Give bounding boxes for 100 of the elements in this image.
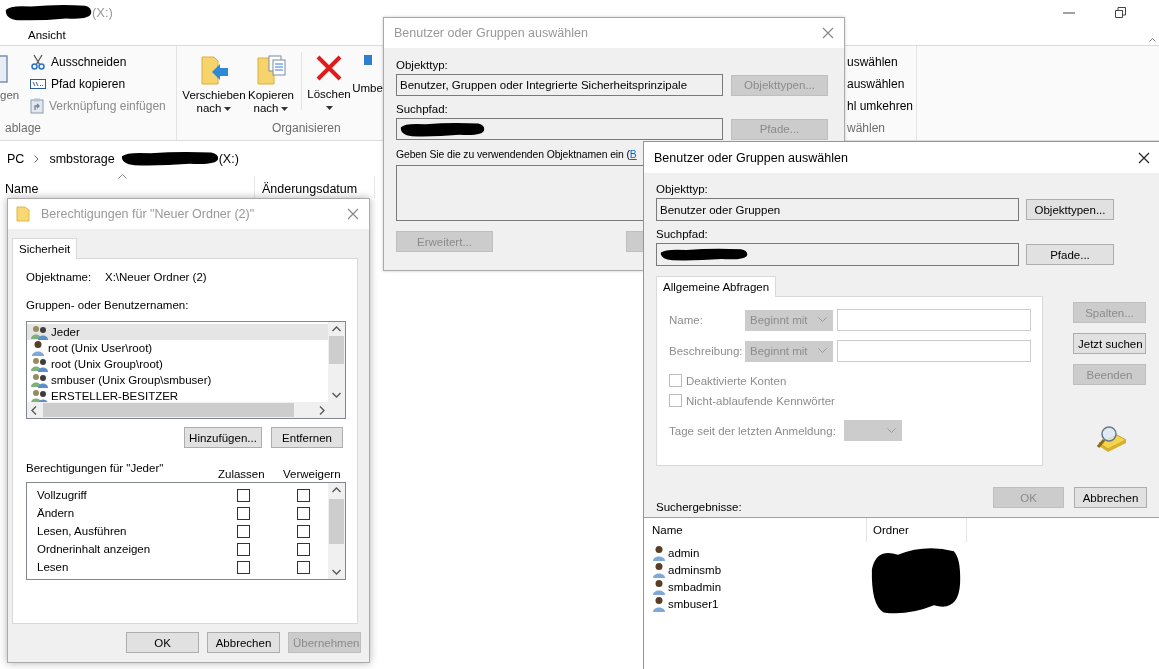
column-header[interactable]: Ordner [873, 524, 909, 536]
group-icon [31, 356, 48, 372]
checkbox-label: Deaktivierte Konten [686, 374, 787, 387]
names-input[interactable] [396, 165, 643, 221]
scroll-down-icon[interactable] [332, 392, 341, 398]
folder-copy-icon [255, 54, 287, 86]
search-now-button[interactable]: Jetzt suchen [1073, 333, 1146, 354]
scroll-down-icon[interactable] [332, 569, 341, 575]
address-segment[interactable]: (X:) [218, 151, 239, 166]
user-icon [652, 595, 666, 612]
checkbox[interactable] [237, 524, 250, 538]
ribbon-command[interactable]: hl umkehren [847, 98, 914, 114]
column-header[interactable]: Name [652, 524, 683, 536]
ribbon-command[interactable]: Pfad kopieren [30, 76, 166, 92]
ribbon-command[interactable]: Ausschneiden [30, 54, 166, 70]
column-header[interactable]: Name [5, 182, 39, 196]
user-icon [652, 561, 666, 578]
column-header: Verweigern [283, 467, 342, 480]
tab[interactable]: Sicherheit [12, 238, 78, 259]
permission-label: Ordnerinhalt anzeigen [36, 543, 152, 555]
ribbon-command[interactable]: auswählen [847, 76, 914, 92]
scroll-left-icon[interactable] [31, 405, 37, 415]
move-button[interactable]: Verschieben nach [182, 46, 246, 121]
results-label: Suchergebnisse: [656, 501, 742, 513]
restore-icon[interactable] [1115, 7, 1126, 18]
permission-label: Lesen, Ausführen [36, 525, 128, 537]
checkbox[interactable] [297, 506, 310, 520]
address-segment[interactable]: smbstorage [49, 151, 115, 166]
list-item[interactable]: admin [644, 544, 1159, 561]
checkbox[interactable] [669, 394, 682, 407]
user-icon [652, 544, 666, 561]
object-name: X:\Neuer Ordner (2) [105, 271, 207, 283]
field-label: Tage seit der letzten Anmeldung: [669, 424, 836, 437]
checkbox[interactable] [237, 506, 250, 520]
scissors-icon [30, 54, 46, 70]
address-segment[interactable]: PC [7, 151, 25, 166]
folder-arrow-icon [198, 54, 230, 86]
scrollbar[interactable] [27, 402, 345, 418]
copy-button[interactable]: Kopieren nach [246, 46, 296, 121]
folder-icon [16, 206, 30, 222]
column-header[interactable]: Änderungsdatum [262, 182, 358, 196]
rename-button[interactable]: Umbe [351, 46, 384, 121]
prompt-text: Geben Sie die zu verwendenden Objektnamen ein (B [396, 149, 637, 160]
field-label: Suchpfad: [396, 103, 448, 115]
checkbox[interactable] [669, 374, 682, 387]
checkbox-label: Nicht-ablaufende Kennwörter [686, 394, 835, 407]
paste-button[interactable]: gen [0, 83, 26, 102]
cancel-button[interactable]: Abbrechen [1074, 487, 1147, 508]
scrollbar-thumb[interactable] [329, 499, 344, 544]
field-label: Gruppen- oder Benutzernamen: [26, 299, 189, 311]
path-icon [30, 78, 46, 90]
list-item[interactable]: root (Unix Group\root) [27, 356, 328, 372]
list-item[interactable]: smbadmin [644, 578, 1159, 595]
field-label: Objekttyp: [656, 183, 708, 195]
scrollbar[interactable] [328, 483, 345, 579]
user-icon [652, 578, 666, 595]
ribbon-tab[interactable]: Ansicht [28, 29, 66, 41]
list-item[interactable]: Jeder [27, 324, 328, 340]
delete-icon [315, 54, 343, 82]
group-label: wählen [847, 121, 886, 137]
list-item[interactable]: adminsmb [644, 561, 1159, 578]
checkbox[interactable] [297, 488, 310, 502]
checkbox[interactable] [237, 488, 250, 502]
cancel-button[interactable]: Abbrechen [207, 632, 280, 653]
field-label: Objektname: [26, 271, 93, 283]
chevron-icon [818, 348, 827, 354]
checkbox[interactable] [237, 542, 250, 556]
clipboard-icon [0, 55, 9, 83]
list-item[interactable]: smbuser (Unix Group\smbuser) [27, 372, 328, 388]
object-type-field: Benutzer, Gruppen oder Integrierte Sicherheitsprinzipale [396, 74, 723, 96]
scroll-up-icon[interactable] [332, 326, 341, 332]
minimize-icon[interactable] [1063, 11, 1075, 14]
paths-button[interactable]: Pfade... [1026, 244, 1114, 265]
checkbox[interactable] [297, 542, 310, 556]
window-title: Benutzer oder Gruppen auswählen [394, 26, 588, 40]
scroll-right-icon[interactable] [319, 405, 325, 415]
close-icon[interactable] [1138, 151, 1150, 164]
group-icon [31, 372, 48, 388]
object-types-button[interactable]: Objekttypen... [1026, 199, 1114, 220]
checkbox[interactable] [297, 560, 310, 574]
collapse-icon[interactable] [1149, 38, 1156, 42]
add-button[interactable]: Hinzufügen... [184, 427, 262, 448]
scrollbar[interactable] [328, 322, 345, 402]
scroll-up-icon[interactable] [332, 487, 341, 493]
ribbon-command[interactable]: uswählen [847, 54, 914, 70]
rename-icon [363, 54, 372, 66]
scrollbar-thumb[interactable] [43, 403, 294, 417]
column-header: Zulassen [218, 467, 266, 480]
ok-button[interactable]: OK [126, 632, 199, 653]
scrollbar-thumb[interactable] [329, 336, 344, 364]
field-label: Beschreibung: [669, 345, 741, 357]
permission-label: Ändern [36, 507, 76, 519]
checkbox[interactable] [237, 560, 250, 574]
tab[interactable]: Allgemeine Abfragen [656, 276, 777, 297]
list-item[interactable]: smbuser1 [644, 595, 1159, 612]
delete-button[interactable]: Löschen [307, 46, 351, 121]
list-item[interactable]: root (Unix User\root) [27, 340, 328, 356]
shortcut-icon [30, 98, 44, 114]
checkbox[interactable] [297, 524, 310, 538]
remove-button[interactable]: Entfernen [271, 427, 343, 448]
